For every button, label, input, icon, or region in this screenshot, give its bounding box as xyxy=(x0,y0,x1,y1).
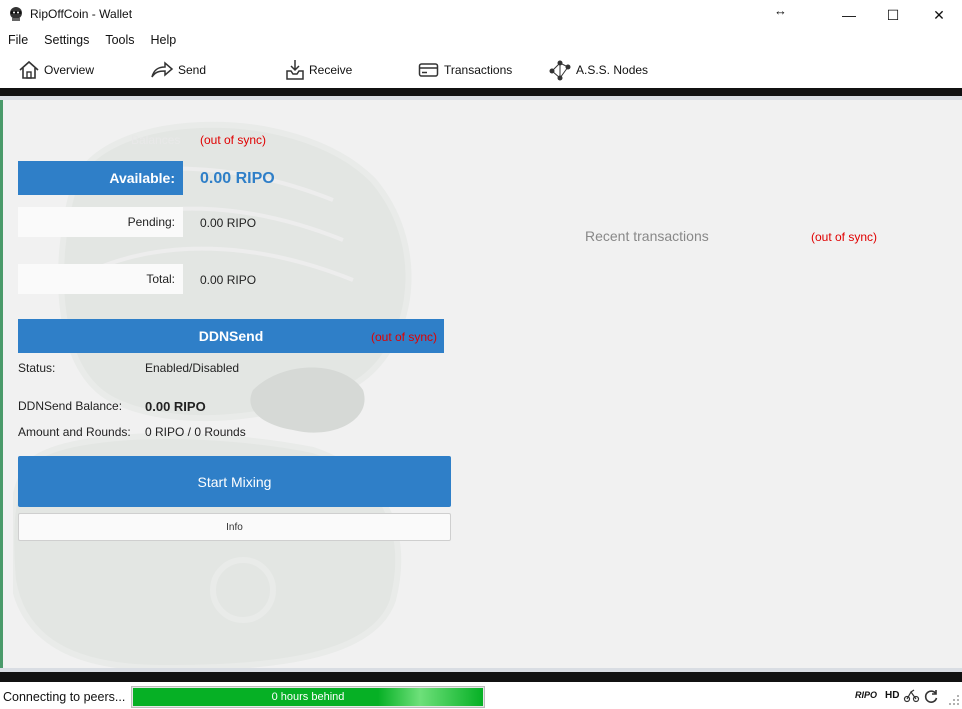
menu-tools[interactable]: Tools xyxy=(97,30,142,52)
info-button[interactable]: Info xyxy=(18,513,451,541)
ddnsend-status-value: Enabled/Disabled xyxy=(145,361,240,375)
recent-transactions-label: Recent transactions xyxy=(585,228,709,244)
app-logo-icon xyxy=(10,7,22,21)
resize-arrow-icon: ↔ xyxy=(774,3,787,18)
pending-label: Pending: xyxy=(18,207,183,237)
connection-status: Connecting to peers... xyxy=(3,690,126,704)
ddnsend-status-label: Status: xyxy=(18,361,56,375)
amount-rounds-label: Amount and Rounds: xyxy=(18,425,131,439)
send-arrow-icon xyxy=(151,61,174,78)
ddnsend-balance-label: DDNSend Balance: xyxy=(18,399,123,413)
status-bar: Connecting to peers... 0 hours behind RI… xyxy=(0,682,962,709)
minimize-button[interactable]: — xyxy=(826,0,872,30)
overview-panel: Balances (out of sync) Available: 0.00 R… xyxy=(0,100,962,668)
home-icon xyxy=(19,60,39,79)
sync-progress-text: 0 hours behind xyxy=(271,691,345,703)
tab-overview[interactable]: Overview xyxy=(18,56,94,84)
title-bar[interactable]: RipOffCoin - Wallet ↔ — ☐ ✕ xyxy=(0,0,962,30)
tab-send-label: Send xyxy=(178,63,207,77)
tab-overview-label: Overview xyxy=(44,63,95,77)
total-label: Total: xyxy=(18,264,183,294)
tab-transactions-label: Transactions xyxy=(444,63,513,77)
start-mixing-button[interactable]: Start Mixing xyxy=(18,456,451,507)
menu-help[interactable]: Help xyxy=(143,30,185,52)
network-activity-icon xyxy=(903,689,920,703)
toolbar-divider xyxy=(0,88,962,96)
resize-grip-icon[interactable] xyxy=(948,694,960,706)
recent-sync-warning: (out of sync) xyxy=(811,230,878,244)
card-icon xyxy=(418,63,439,77)
tab-send[interactable]: Send xyxy=(150,56,206,84)
available-value: 0.00 RIPO xyxy=(200,170,275,187)
amount-rounds-value: 0 RIPO / 0 Rounds xyxy=(145,425,246,439)
balances-header: Balances xyxy=(131,133,181,147)
pending-value: 0.00 RIPO xyxy=(200,216,257,230)
total-value: 0.00 RIPO xyxy=(200,273,257,287)
ddnsend-sync-warning: (out of sync) xyxy=(371,330,438,344)
tab-nodes[interactable]: A.S.S. Nodes xyxy=(548,56,648,84)
sync-refresh-icon xyxy=(924,690,938,703)
tab-receive-label: Receive xyxy=(309,63,353,77)
available-label: Available: xyxy=(18,161,183,195)
tab-receive[interactable]: Receive xyxy=(285,56,352,84)
unit-label[interactable]: RIPO xyxy=(855,690,877,700)
tab-transactions[interactable]: Transactions xyxy=(418,56,512,84)
toolbar: Overview Send Receive Transactions A.S.S… xyxy=(0,54,962,88)
tab-nodes-label: A.S.S. Nodes xyxy=(576,63,649,77)
window-title: RipOffCoin - Wallet xyxy=(30,7,133,21)
network-nodes-icon xyxy=(549,60,571,81)
close-button[interactable]: ✕ xyxy=(916,0,962,30)
receive-inbox-icon xyxy=(286,60,304,80)
sync-progress-bar: 0 hours behind xyxy=(131,686,485,708)
wallet-window: RipOffCoin - Wallet ↔ — ☐ ✕ File Setting… xyxy=(0,0,962,709)
menu-settings[interactable]: Settings xyxy=(36,30,97,52)
balances-sync-warning: (out of sync) xyxy=(200,133,267,147)
hd-wallet-label: HD xyxy=(885,690,900,701)
ddnsend-balance-value: 0.00 RIPO xyxy=(145,399,206,414)
maximize-button[interactable]: ☐ xyxy=(870,0,916,30)
statusbar-divider xyxy=(0,672,962,682)
menu-bar: File Settings Tools Help xyxy=(0,30,962,52)
menu-file[interactable]: File xyxy=(0,30,36,52)
